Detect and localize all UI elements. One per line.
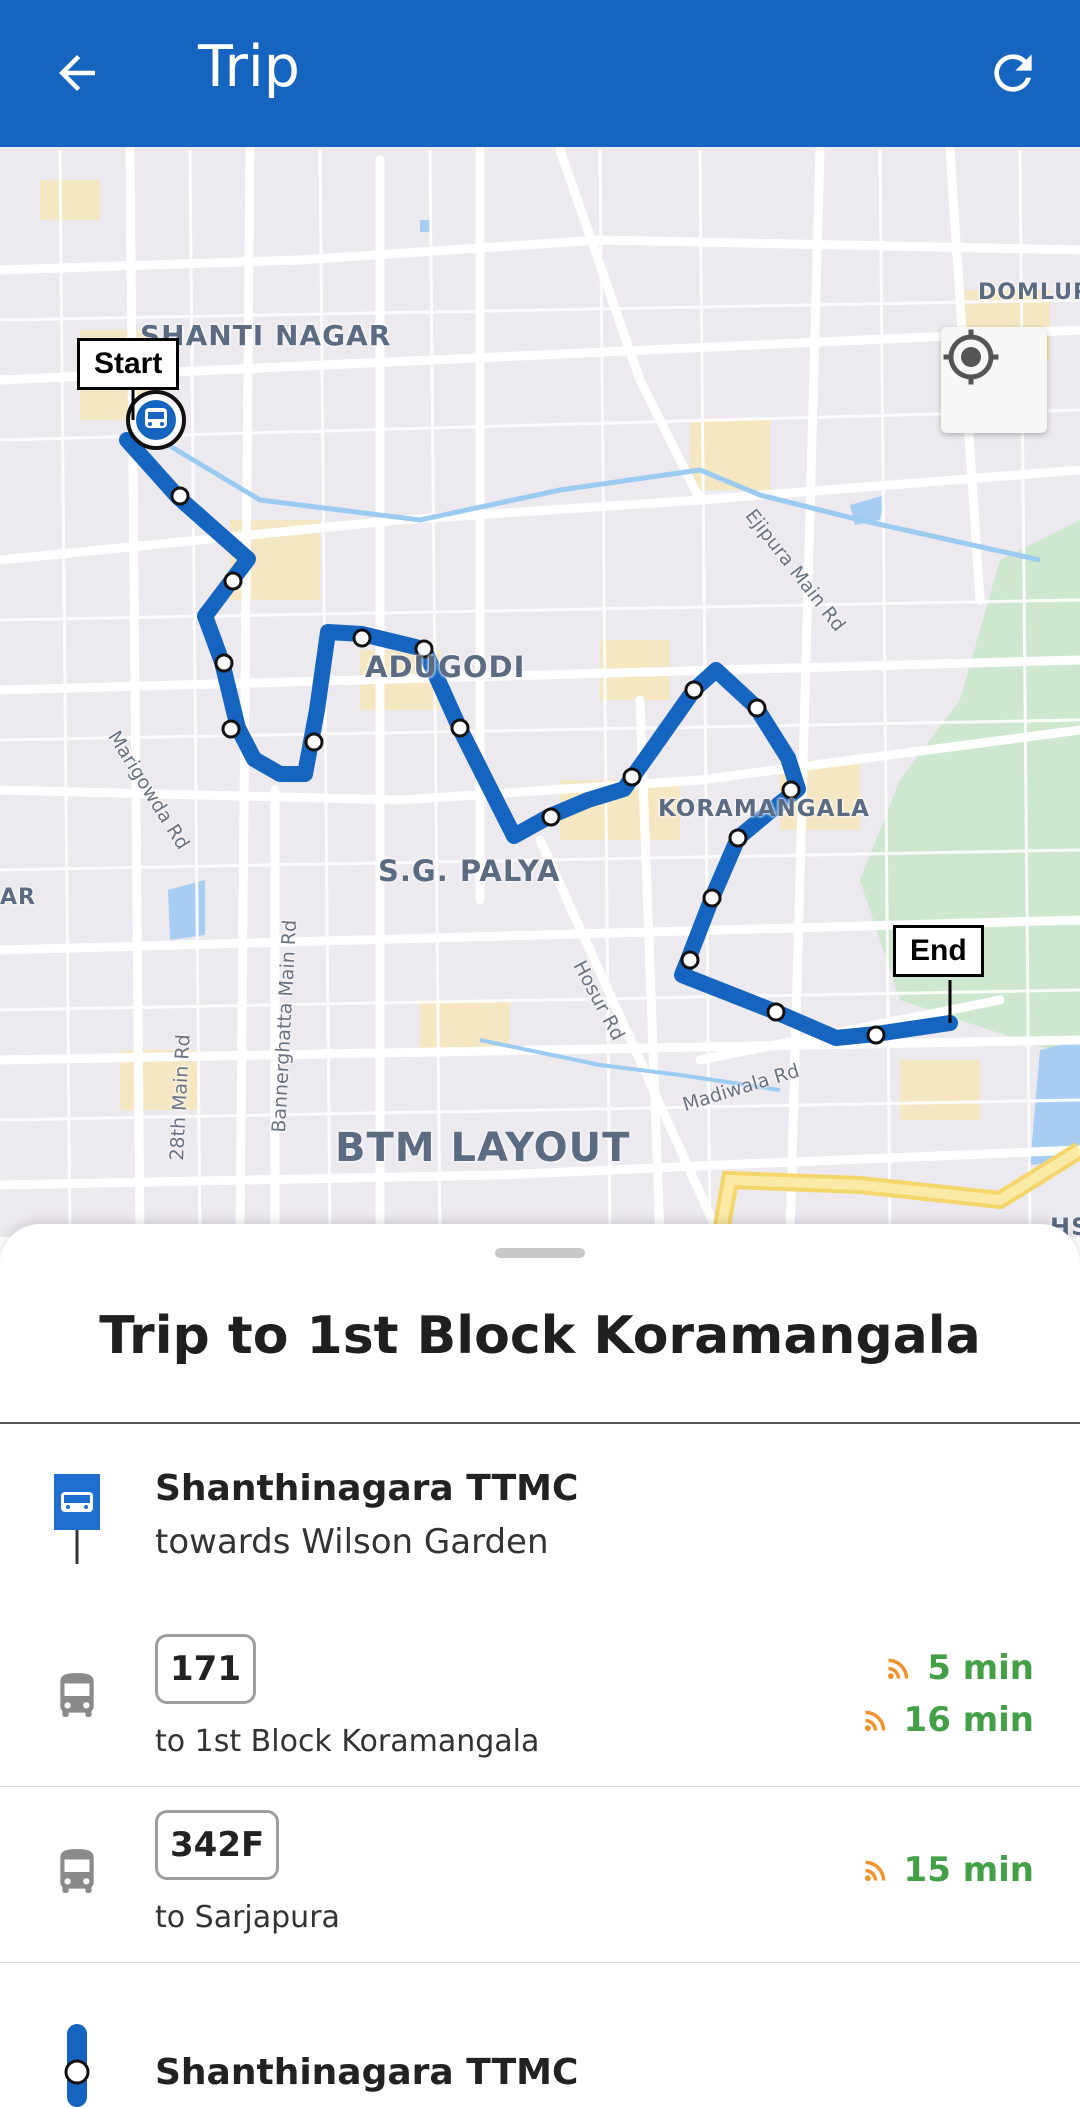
map-canvas: [0, 147, 1080, 1237]
origin-stop-name: Shanthinagara TTMC: [155, 1468, 579, 1509]
route-number-badge: 342F: [155, 1810, 280, 1880]
eta-live: 15 min: [862, 1850, 1034, 1890]
area-label-adugodi: ADUGODI: [365, 650, 526, 684]
route-number-badge: 171: [155, 1634, 256, 1704]
area-label-edge-left: AR: [0, 885, 36, 910]
eta-time: 5 min: [927, 1648, 1034, 1688]
route-destination: to 1st Block Koramangala: [155, 1724, 540, 1759]
app-bar: Trip: [0, 0, 1080, 147]
back-button[interactable]: [40, 36, 114, 110]
sheet-drag-handle[interactable]: [495, 1248, 585, 1258]
refresh-button[interactable]: [976, 36, 1050, 110]
eta-time: 15 min: [903, 1850, 1034, 1890]
trip-title: Trip to 1st Block Koramangala: [99, 1306, 981, 1366]
area-label-btm-layout: BTM LAYOUT: [335, 1125, 631, 1171]
live-signal-icon: [864, 1710, 885, 1732]
origin-stop-direction: towards Wilson Garden: [155, 1522, 549, 1562]
divider: [0, 1962, 1080, 1963]
eta-time: 16 min: [903, 1700, 1034, 1740]
refresh-icon: [994, 54, 1032, 92]
start-bus-marker[interactable]: [126, 390, 186, 450]
area-label-koramangala: KORAMANGALA: [658, 796, 870, 822]
my-location-icon: [943, 329, 999, 385]
next-stop-name: Shanthinagara TTMC: [155, 2052, 579, 2093]
end-tag: End: [893, 925, 984, 977]
area-label-domlur: DOMLUR: [978, 280, 1080, 305]
divider: [0, 1786, 1080, 1787]
divider: [0, 1422, 1080, 1424]
bus-icon: [60, 1673, 94, 1717]
arrow-back-icon: [59, 55, 95, 91]
map-view[interactable]: SHANTI NAGAR ADUGODI KORAMANGALA S.G. PA…: [0, 147, 1080, 1237]
eta-live: 16 min: [862, 1700, 1034, 1740]
area-label-sg-palya: S.G. PALYA: [378, 854, 561, 888]
my-location-button[interactable]: [941, 327, 1047, 433]
trip-bottom-sheet[interactable]: Trip to 1st Block Koramangala Shanthinag…: [0, 1224, 1080, 2107]
lake-4: [420, 220, 430, 232]
start-tag: Start: [77, 338, 180, 390]
page-title: Trip: [198, 34, 300, 100]
live-signal-icon: [864, 1860, 885, 1882]
live-signal-icon: [888, 1658, 909, 1680]
lake-1: [168, 880, 205, 940]
route-destination: to Sarjapura: [155, 1900, 340, 1935]
eta-live: 5 min: [885, 1648, 1034, 1688]
stop-timeline-icon: [64, 2024, 90, 2107]
bus-stop-icon: [54, 1474, 100, 1564]
bus-icon: [60, 1849, 94, 1893]
